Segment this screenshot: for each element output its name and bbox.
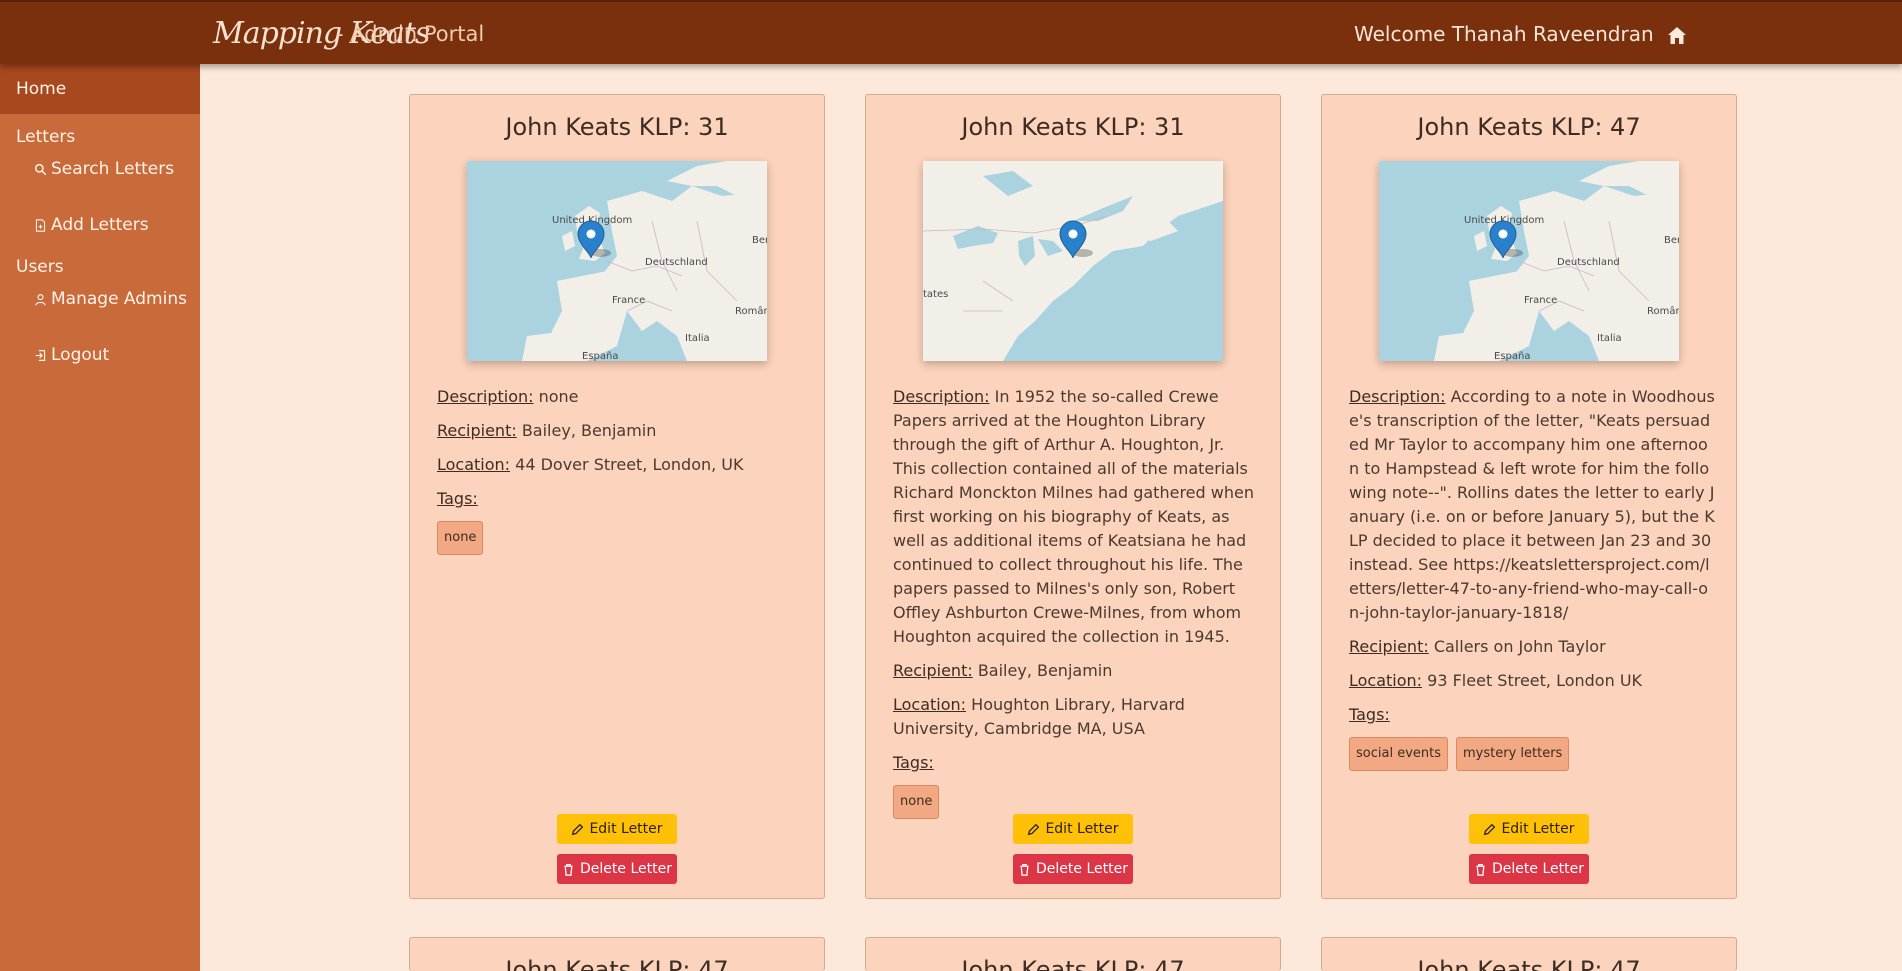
- sidebar-item-manage-admins[interactable]: Manage Admins: [0, 286, 200, 312]
- pencil-icon: [1028, 823, 1040, 835]
- card-title: John Keats KLP: 31: [961, 113, 1185, 141]
- letter-map[interactable]: United Kingdom Deutschland France España…: [1379, 161, 1679, 361]
- description-label: Description:: [1349, 387, 1446, 406]
- sidebar-item-home[interactable]: Home: [0, 64, 200, 114]
- description-value: none: [538, 387, 579, 406]
- delete-letter-button[interactable]: Delete Letter: [1469, 854, 1589, 884]
- card-title: John Keats KLP: 47: [1417, 956, 1641, 971]
- location-label: Location:: [893, 695, 967, 714]
- trash-icon: [1020, 863, 1029, 876]
- edit-letter-button[interactable]: Edit Letter: [1013, 814, 1133, 844]
- location-label: Location:: [437, 455, 511, 474]
- card-title: John Keats KLP: 31: [505, 113, 729, 141]
- letter-card: John Keats KLP: 47: [409, 937, 825, 971]
- map-europe: United Kingdom Deutschland France España…: [1379, 161, 1679, 361]
- letter-card: John Keats KLP: 47 United Kingdom Deutsc…: [1321, 94, 1737, 899]
- description-label: Description:: [437, 387, 534, 406]
- letter-card: John Keats KLP: 47: [865, 937, 1281, 971]
- map-label-it: Italia: [1597, 333, 1622, 344]
- pencil-icon: [1484, 823, 1496, 835]
- recipient-value: Bailey, Benjamin: [977, 661, 1113, 680]
- button-label: Edit Letter: [1501, 821, 1575, 837]
- map-label-ro: Român: [1647, 305, 1679, 317]
- sidebar-item-add-letters[interactable]: Add Letters: [0, 212, 200, 238]
- pencil-icon: [572, 823, 584, 835]
- map-label-fr: France: [612, 295, 645, 306]
- recipient-label: Recipient:: [1349, 637, 1429, 656]
- letter-card: John Keats KLP: 31 United Kingdom Deutsc…: [409, 94, 825, 899]
- letter-map[interactable]: United Kingdom Deutschland France España…: [467, 161, 767, 361]
- tags-label: Tags:: [437, 489, 478, 508]
- recipient-value: Callers on John Taylor: [1433, 637, 1606, 656]
- welcome-message: Welcome Thanah Raveendran: [1354, 22, 1654, 46]
- sidebar-heading-users: Users: [16, 257, 64, 277]
- letter-map[interactable]: tates: [923, 161, 1223, 361]
- card-details: Description: In 1952 the so-called Crewe…: [893, 385, 1259, 819]
- sidebar-heading-letters: Letters: [16, 127, 76, 147]
- button-label: Edit Letter: [1045, 821, 1119, 837]
- map-label-it: Italia: [685, 333, 710, 344]
- delete-letter-button[interactable]: Delete Letter: [1013, 854, 1133, 884]
- map-label-ro: Român: [735, 305, 767, 317]
- location-value: 44 Dover Street, London, UK: [515, 455, 744, 474]
- sidebar-item-label: Search Letters: [51, 159, 175, 179]
- person-icon: [35, 293, 46, 305]
- logout-icon: [35, 349, 46, 361]
- sidebar-item-label: Manage Admins: [51, 289, 187, 309]
- letter-card: John Keats KLP: 47: [1321, 937, 1737, 971]
- tag-badge: none: [893, 785, 940, 819]
- map-label-fr: France: [1524, 295, 1557, 306]
- description-label: Description:: [893, 387, 990, 406]
- edit-letter-button[interactable]: Edit Letter: [557, 814, 677, 844]
- button-label: Delete Letter: [1036, 861, 1128, 877]
- button-label: Delete Letter: [1492, 861, 1584, 877]
- home-icon[interactable]: [1665, 24, 1689, 48]
- file-add-icon: [35, 218, 46, 232]
- trash-icon: [564, 863, 573, 876]
- map-label-es: España: [1494, 351, 1530, 361]
- map-label-be: Ber: [752, 235, 767, 246]
- tag-badge: social events: [1349, 737, 1448, 771]
- tag-badge: none: [437, 521, 484, 555]
- sidebar-item-label: Home: [16, 79, 67, 99]
- tags-label: Tags:: [893, 753, 934, 772]
- tag-badge: mystery letters: [1456, 737, 1570, 771]
- description-value: In 1952 the so-called Crewe Papers arriv…: [893, 387, 1254, 646]
- description-value: According to a note in Woodhouse's trans…: [1349, 387, 1715, 622]
- map-label-de: Deutschland: [645, 257, 708, 268]
- sidebar-item-label: Add Letters: [51, 215, 149, 235]
- recipient-value: Bailey, Benjamin: [521, 421, 657, 440]
- location-value: 93 Fleet Street, London UK: [1427, 671, 1643, 690]
- card-title: John Keats KLP: 47: [1417, 113, 1641, 141]
- location-label: Location:: [1349, 671, 1423, 690]
- edit-letter-button[interactable]: Edit Letter: [1469, 814, 1589, 844]
- recipient-label: Recipient:: [893, 661, 973, 680]
- sidebar: Home Letters Search Letters Add Letters …: [0, 64, 200, 971]
- sidebar-item-label: Logout: [51, 345, 110, 365]
- card-title: John Keats KLP: 47: [505, 956, 729, 971]
- search-icon: [34, 163, 47, 175]
- top-navbar: Mapping Keats - Admin Portal Welcome Tha…: [0, 0, 1902, 64]
- card-title: John Keats KLP: 47: [961, 956, 1185, 971]
- recipient-label: Recipient:: [437, 421, 517, 440]
- card-details: Description: According to a note in Wood…: [1349, 385, 1715, 771]
- portal-subtitle: - Admin Portal: [336, 22, 485, 46]
- map-label-de: Deutschland: [1557, 257, 1620, 268]
- sidebar-item-search-letters[interactable]: Search Letters: [0, 156, 200, 182]
- letter-card: John Keats KLP: 31 tates Description: In…: [865, 94, 1281, 899]
- tags-label: Tags:: [1349, 705, 1390, 724]
- map-label-es: España: [582, 351, 618, 361]
- map-label-us: tates: [923, 289, 948, 300]
- trash-icon: [1476, 863, 1485, 876]
- map-north-america: tates: [923, 161, 1223, 361]
- button-label: Delete Letter: [580, 861, 672, 877]
- map-europe: United Kingdom Deutschland France España…: [467, 161, 767, 361]
- card-details: Description: none Recipient: Bailey, Ben…: [437, 385, 803, 555]
- button-label: Edit Letter: [589, 821, 663, 837]
- map-label-be: Ber: [1664, 235, 1679, 246]
- delete-letter-button[interactable]: Delete Letter: [557, 854, 677, 884]
- sidebar-item-logout[interactable]: Logout: [0, 342, 200, 368]
